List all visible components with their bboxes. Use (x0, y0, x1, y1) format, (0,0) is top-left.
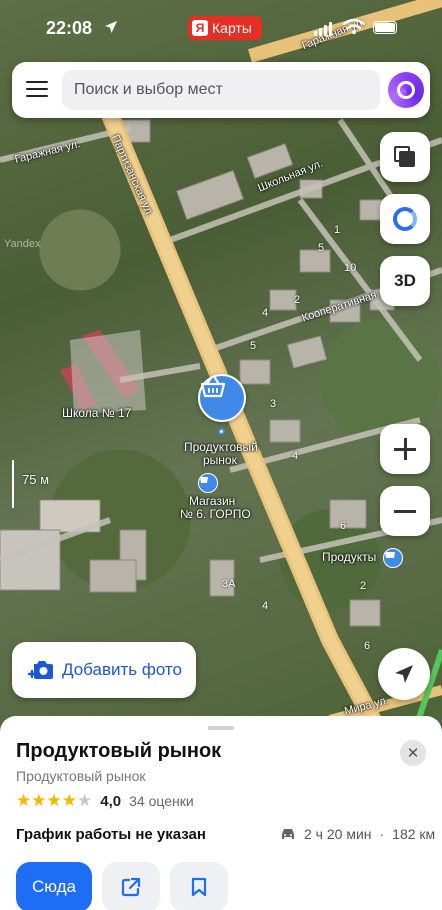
share-button[interactable] (102, 862, 160, 910)
alice-ring-icon (393, 207, 417, 231)
search-input[interactable] (62, 70, 380, 110)
route-here-button[interactable]: Сюда (16, 862, 92, 910)
layers-icon (394, 146, 416, 168)
battery-icon (373, 21, 397, 34)
schedule-text: График работы не указан (16, 826, 206, 843)
app-badge-label: Карты (212, 20, 252, 36)
house-number: 5 (250, 340, 257, 352)
house-number: 3 (270, 398, 277, 410)
screen: Гаражная ул. Гаражная ул. Партизанская у… (0, 0, 442, 910)
star-filled-icon: ★ (46, 791, 62, 810)
place-title: Продуктовый рынок (16, 740, 222, 762)
bookmark-button[interactable] (170, 862, 228, 910)
sheet-grabber[interactable] (208, 726, 234, 730)
rating-row[interactable]: ★ ★ ★ ★ ★ 4,0 34 оценки (16, 792, 194, 810)
star-filled-icon: ★ (31, 791, 47, 810)
house-number: 4 (292, 450, 299, 462)
minus-icon (394, 500, 416, 522)
house-number: 10 (344, 262, 357, 274)
house-number: 2 (294, 294, 301, 306)
rating-value: 4,0 (100, 792, 122, 810)
place-card: Продуктовый рынок ✕ Продуктовый рынок ★ … (0, 716, 442, 910)
camera-plus-icon (28, 661, 53, 679)
share-icon (121, 877, 141, 897)
add-photo-button[interactable]: Добавить фото (12, 642, 196, 698)
star-filled-icon: ★ (16, 791, 32, 810)
route-here-label: Сюда (31, 877, 77, 896)
menu-icon[interactable] (26, 78, 48, 100)
3d-label: 3D (394, 271, 416, 290)
map-scale (12, 460, 16, 508)
place-category: Продуктовый рынок (16, 768, 146, 784)
scale-label: 75 м (22, 472, 50, 487)
star-empty-icon: ★ (77, 791, 93, 810)
house-number: 4 (262, 307, 269, 319)
house-number: 3А (222, 578, 236, 590)
yandex-logo-icon: Я (192, 20, 208, 36)
alice-icon (397, 81, 415, 99)
market-pin[interactable] (198, 374, 246, 422)
zoom-out-button[interactable] (380, 486, 430, 536)
car-icon (282, 829, 294, 839)
route-time: 2 ч 20 мин (304, 826, 372, 842)
my-location-button[interactable] (378, 648, 430, 700)
action-bar: Сюда (16, 862, 228, 910)
house-number: 1 (334, 224, 341, 236)
search-bar (12, 62, 430, 118)
rating-count: 34 оценки (129, 793, 194, 809)
status-time: 22:08 (46, 18, 93, 38)
shop-label-line1: Магазин (189, 494, 236, 508)
route-separator: · (379, 826, 385, 842)
signal-icon (314, 22, 332, 36)
navigation-arrow-icon (395, 665, 413, 683)
products-poi-icon[interactable] (383, 548, 403, 568)
basket-icon (200, 376, 226, 398)
market-pin-dot (218, 428, 225, 435)
products-label[interactable]: Продукты (322, 550, 376, 564)
close-icon: ✕ (406, 745, 420, 762)
house-number: 2 (360, 580, 367, 592)
house-number: 6 (364, 640, 371, 652)
app-badge[interactable]: Я Карты (188, 16, 262, 40)
voice-assistant-button[interactable] (388, 72, 424, 108)
map-watermark: Yandex (4, 238, 41, 250)
star-filled-icon: ★ (61, 791, 77, 810)
shop-poi-icon[interactable] (198, 473, 218, 493)
house-number: 4 (262, 600, 269, 612)
bookmark-icon (191, 877, 207, 897)
shop-label-line2: № 6. ГОРПО (180, 507, 251, 521)
route-distance: 182 км (392, 826, 436, 842)
route-info: 2 ч 20 мин · 182 км (280, 826, 435, 842)
market-label-line2: рынок (203, 453, 237, 467)
school-label[interactable]: Школа № 17 (62, 406, 131, 420)
market-label-line1: Продуктовый (184, 440, 258, 454)
close-button[interactable]: ✕ (400, 740, 426, 766)
status-bar: 22:08 Я Карты (0, 0, 442, 56)
house-number: 6 (340, 520, 347, 532)
add-photo-label: Добавить фото (62, 660, 182, 679)
layers-button[interactable] (380, 132, 430, 182)
plus-icon (394, 438, 416, 460)
location-arrow-icon (105, 21, 117, 33)
3d-button[interactable]: 3D (380, 256, 430, 306)
alice-map-button[interactable] (380, 194, 430, 244)
wifi-icon (343, 19, 365, 35)
house-number: 5 (318, 242, 325, 254)
zoom-in-button[interactable] (380, 424, 430, 474)
